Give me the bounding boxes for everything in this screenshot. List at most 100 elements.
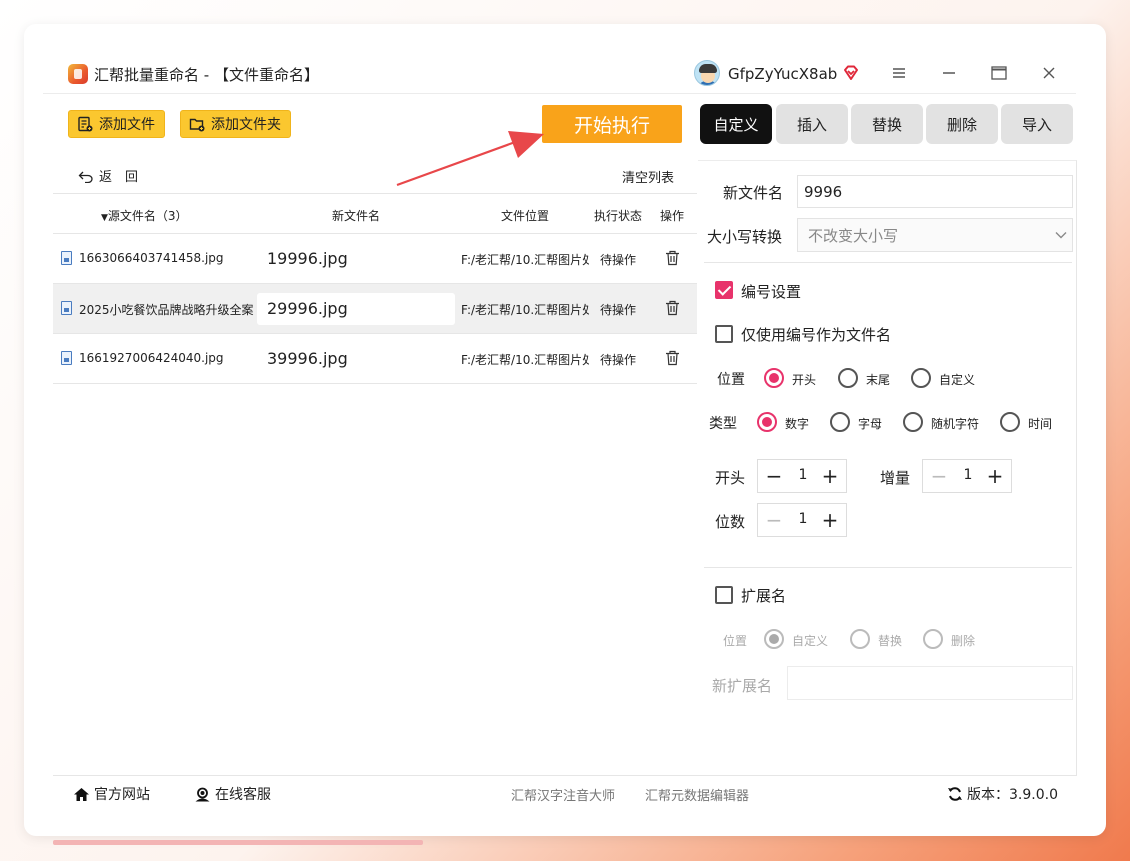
start-stepper[interactable]: − 1 +	[757, 459, 847, 493]
type-radio-time[interactable]	[1000, 412, 1020, 432]
position-radio-custom[interactable]	[911, 368, 931, 388]
source-filename: 1661927006424040.jpg	[79, 351, 224, 365]
add-file-label: 添加文件	[99, 117, 155, 133]
ext-radio-delete[interactable]	[923, 629, 943, 649]
table-row[interactable]: 2025小吃餐饮品牌战略升级全案 29996.jpg F:/老汇帮/10.汇帮图…	[53, 284, 697, 334]
minus-icon[interactable]: −	[763, 509, 785, 531]
position-radio-start[interactable]	[764, 368, 784, 388]
table-row[interactable]: 1661927006424040.jpg 39996.jpg F:/老汇帮/10…	[53, 334, 697, 384]
new-filename[interactable]: 39996.jpg	[257, 343, 455, 375]
digits-label: 位数	[715, 513, 746, 531]
position-label: 位置	[717, 372, 745, 388]
type-radio-number[interactable]	[757, 412, 777, 432]
website-label: 官方网站	[94, 787, 150, 803]
app-logo-icon	[68, 64, 88, 84]
start-label: 开头	[715, 469, 746, 487]
new-name-input[interactable]: 9996	[797, 175, 1073, 208]
add-file-icon	[78, 116, 93, 132]
close-icon[interactable]	[1038, 62, 1060, 84]
tab-import[interactable]: 导入	[1001, 104, 1073, 144]
ext-radio-custom[interactable]	[764, 629, 784, 649]
extension-checkbox[interactable]	[715, 586, 733, 604]
increment-stepper[interactable]: − 1 +	[922, 459, 1012, 493]
new-ext-label: 新扩展名	[712, 677, 773, 695]
add-file-button[interactable]: 添加文件	[68, 110, 165, 138]
table-row[interactable]: 1663066403741458.jpg 19996.jpg F:/老汇帮/10…	[53, 234, 697, 284]
plus-icon[interactable]: +	[819, 465, 841, 487]
start-value: 1	[798, 467, 808, 483]
add-folder-button[interactable]: 添加文件夹	[180, 110, 291, 138]
ext-position-label: 位置	[723, 634, 748, 648]
clear-list-button[interactable]: 清空列表	[622, 167, 674, 186]
refresh-icon[interactable]	[947, 786, 963, 802]
image-file-icon	[61, 251, 72, 265]
position-option-start: 开头	[792, 373, 817, 387]
tab-delete[interactable]: 删除	[926, 104, 998, 144]
source-filename: 1663066403741458.jpg	[79, 251, 224, 265]
numbering-checkbox[interactable]	[715, 281, 733, 299]
trash-icon[interactable]	[665, 350, 680, 366]
progress-accent	[53, 840, 423, 845]
digits-stepper[interactable]: − 1 +	[757, 503, 847, 537]
website-link[interactable]: 官方网站	[73, 784, 150, 804]
vip-diamond-icon[interactable]	[842, 64, 860, 82]
type-radio-random[interactable]	[903, 412, 923, 432]
add-folder-icon	[189, 118, 205, 132]
minimize-icon[interactable]	[938, 62, 960, 84]
support-link[interactable]: 在线客服	[194, 784, 271, 804]
ext-option-custom: 自定义	[792, 634, 829, 648]
type-option-time: 时间	[1028, 417, 1053, 431]
list-header: ▼源文件名（3） 新文件名 文件位置 执行状态 操作	[53, 193, 697, 234]
version-label: 版本：3.9.0.0	[967, 787, 1058, 803]
type-radio-letter[interactable]	[830, 412, 850, 432]
tab-insert[interactable]: 插入	[776, 104, 848, 144]
file-location: F:/老汇帮/10.汇帮图片处	[461, 303, 589, 317]
minus-icon[interactable]: −	[763, 465, 785, 487]
headset-icon	[195, 787, 210, 801]
tab-replace[interactable]: 替换	[851, 104, 923, 144]
type-label: 类型	[709, 416, 737, 432]
pinyin-app-link[interactable]: 汇帮汉字注音大师	[511, 785, 615, 804]
image-file-icon	[61, 351, 72, 365]
only-number-checkbox[interactable]	[715, 325, 733, 343]
hamburger-icon[interactable]	[888, 62, 910, 84]
divider	[704, 567, 1072, 568]
position-radio-end[interactable]	[838, 368, 858, 388]
start-button[interactable]: 开始执行	[542, 105, 682, 143]
chevron-down-icon	[1055, 232, 1067, 239]
ext-option-replace: 替换	[878, 634, 903, 648]
case-label: 大小写转换	[707, 228, 783, 246]
back-label: 返 回	[99, 170, 139, 185]
back-button[interactable]: 返 回	[78, 166, 138, 185]
ext-radio-replace[interactable]	[850, 629, 870, 649]
col-source[interactable]: ▼源文件名（3）	[101, 207, 188, 224]
version-info: 版本：3.9.0.0	[947, 784, 1058, 804]
type-option-number: 数字	[785, 417, 810, 431]
title-bar: 汇帮批量重命名 - 【文件重命名】 GfpZyYucX8ab	[43, 36, 1076, 94]
col-location: 文件位置	[501, 209, 550, 223]
support-label: 在线客服	[215, 787, 271, 803]
new-ext-input[interactable]	[787, 666, 1073, 700]
status-text: 待操作	[600, 253, 637, 267]
new-filename[interactable]: 29996.jpg	[257, 293, 455, 325]
status-text: 待操作	[600, 303, 637, 317]
new-filename[interactable]: 19996.jpg	[257, 243, 455, 275]
ext-option-delete: 删除	[951, 634, 976, 648]
type-option-letter: 字母	[858, 417, 883, 431]
trash-icon[interactable]	[665, 250, 680, 266]
trash-icon[interactable]	[665, 300, 680, 316]
plus-icon[interactable]: +	[984, 465, 1006, 487]
tab-custom[interactable]: 自定义	[700, 104, 772, 144]
position-option-end: 末尾	[866, 373, 891, 387]
metadata-app-link[interactable]: 汇帮元数据编辑器	[645, 785, 749, 804]
avatar[interactable]	[694, 60, 720, 86]
plus-icon[interactable]: +	[819, 509, 841, 531]
file-location: F:/老汇帮/10.汇帮图片处	[461, 253, 589, 267]
extension-label: 扩展名	[741, 587, 787, 605]
case-select-value: 不改变大小写	[808, 226, 899, 245]
case-select[interactable]: 不改变大小写	[797, 218, 1073, 252]
username[interactable]: GfpZyYucX8ab	[728, 65, 837, 83]
new-name-label: 新文件名	[723, 184, 784, 202]
minus-icon[interactable]: −	[928, 465, 950, 487]
maximize-icon[interactable]	[988, 62, 1010, 84]
